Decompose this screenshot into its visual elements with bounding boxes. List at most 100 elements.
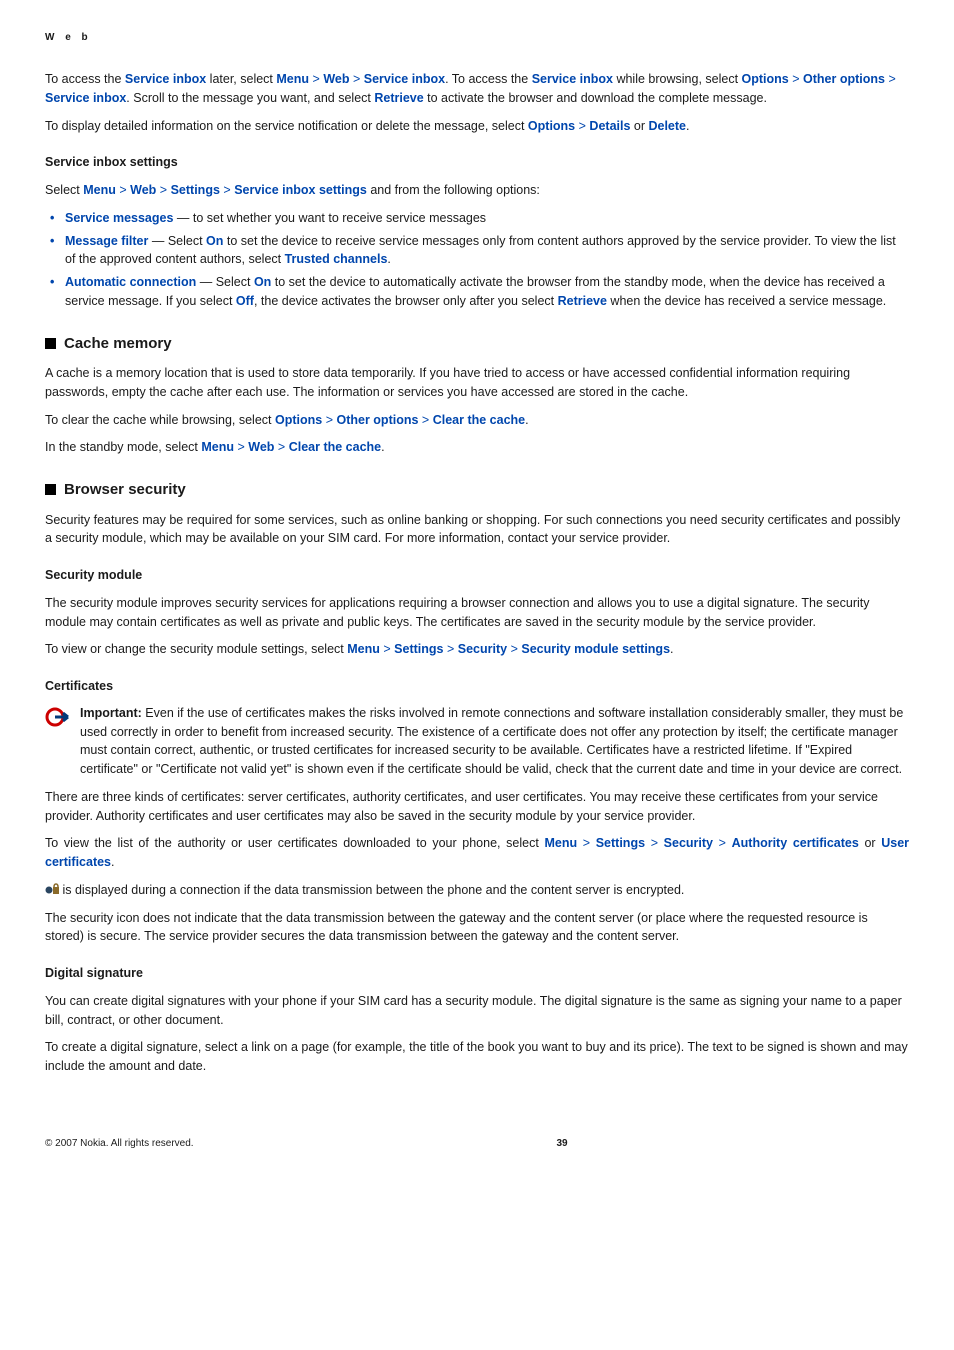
separator: > <box>422 413 429 427</box>
text: and from the following options: <box>367 183 540 197</box>
page-footer: © 2007 Nokia. All rights reserved. 39 <box>45 1136 909 1151</box>
para-cache-desc: A cache is a memory location that is use… <box>45 364 909 402</box>
important-text: Important: Even if the use of certificat… <box>80 704 909 779</box>
text: To clear the cache while browsing, selec… <box>45 413 275 427</box>
para-display-info: To display detailed information on the s… <box>45 117 909 136</box>
link-menu: Menu <box>276 72 309 86</box>
heading-certificates: Certificates <box>45 677 909 696</box>
separator: > <box>583 836 590 850</box>
link-trusted-channels: Trusted channels <box>285 252 388 266</box>
link-service-messages: Service messages <box>65 211 173 225</box>
list-item: Message filter — Select On to set the de… <box>45 232 909 270</box>
text: To view or change the security module se… <box>45 642 347 656</box>
text: To display detailed information on the s… <box>45 119 528 133</box>
separator: > <box>383 642 390 656</box>
important-icon <box>45 704 80 779</box>
link-other-options: Other options <box>803 72 885 86</box>
link-security: Security <box>664 836 713 850</box>
link-delete: Delete <box>648 119 686 133</box>
link-security-module-settings: Security module settings <box>521 642 670 656</box>
link-clear-cache: Clear the cache <box>433 413 525 427</box>
para-secmod-desc: The security module improves security se… <box>45 594 909 632</box>
text: To access the <box>45 72 125 86</box>
square-icon <box>45 338 56 349</box>
para-access-inbox: To access the Service inbox later, selec… <box>45 70 909 108</box>
link-service-inbox: Service inbox <box>45 91 126 105</box>
link-message-filter: Message filter <box>65 234 148 248</box>
square-icon <box>45 484 56 495</box>
separator: > <box>792 72 799 86</box>
heading-cache-memory: Cache memory <box>45 333 909 356</box>
separator: > <box>447 642 454 656</box>
heading-text: Cache memory <box>64 335 172 352</box>
separator: > <box>223 183 230 197</box>
link-web: Web <box>130 183 156 197</box>
separator: > <box>237 440 244 454</box>
important-note: Important: Even if the use of certificat… <box>45 704 909 779</box>
separator: > <box>119 183 126 197</box>
important-label: Important: <box>80 706 145 720</box>
link-retrieve: Retrieve <box>558 294 607 308</box>
para-browser-security: Security features may be required for so… <box>45 511 909 549</box>
link-on: On <box>206 234 223 248</box>
link-automatic-connection: Automatic connection <box>65 275 196 289</box>
para-select-settings: Select Menu > Web > Settings > Service i… <box>45 181 909 200</box>
text: . To access the <box>445 72 532 86</box>
list-item: Service messages — to set whether you wa… <box>45 209 909 228</box>
link-menu: Menu <box>83 183 116 197</box>
para-security-icon-displayed: is displayed during a connection if the … <box>45 881 909 900</box>
separator: > <box>313 72 320 86</box>
text: , the device activates the browser only … <box>254 294 558 308</box>
separator: > <box>353 72 360 86</box>
link-retrieve: Retrieve <box>374 91 423 105</box>
link-settings: Settings <box>596 836 645 850</box>
link-other-options: Other options <box>336 413 418 427</box>
footer-spacer <box>568 1136 909 1151</box>
separator: > <box>888 72 895 86</box>
separator: > <box>160 183 167 197</box>
heading-service-inbox-settings: Service inbox settings <box>45 153 909 172</box>
link-settings: Settings <box>394 642 443 656</box>
text: — Select <box>196 275 254 289</box>
link-menu: Menu <box>544 836 577 850</box>
link-service-inbox: Service inbox <box>532 72 613 86</box>
separator: > <box>719 836 726 850</box>
link-menu: Menu <box>347 642 380 656</box>
text: . <box>670 642 673 656</box>
heading-browser-security: Browser security <box>45 479 909 502</box>
link-options: Options <box>742 72 789 86</box>
link-authority-certificates: Authority certificates <box>732 836 859 850</box>
link-security: Security <box>458 642 507 656</box>
link-options: Options <box>528 119 575 133</box>
text: or <box>859 836 881 850</box>
heading-digital-signature: Digital signature <box>45 964 909 983</box>
text: while browsing, select <box>613 72 742 86</box>
para-cert-kinds: There are three kinds of certificates: s… <box>45 788 909 826</box>
separator: > <box>511 642 518 656</box>
link-menu: Menu <box>201 440 234 454</box>
text: — Select <box>148 234 206 248</box>
page-header: W e b <box>45 30 909 45</box>
para-security-icon-note: The security icon does not indicate that… <box>45 909 909 947</box>
link-details: Details <box>589 119 630 133</box>
link-service-inbox: Service inbox <box>125 72 206 86</box>
text: — to set whether you want to receive ser… <box>173 211 486 225</box>
separator: > <box>326 413 333 427</box>
para-dsig-desc: You can create digital signatures with y… <box>45 992 909 1030</box>
separator: > <box>651 836 658 850</box>
important-body: Even if the use of certificates makes th… <box>80 706 903 776</box>
link-off: Off <box>236 294 254 308</box>
text: . <box>387 252 390 266</box>
para-secmod-settings: To view or change the security module se… <box>45 640 909 659</box>
para-clear-cache-standby: In the standby mode, select Menu > Web >… <box>45 438 909 457</box>
separator: > <box>579 119 586 133</box>
text: To view the list of the authority or use… <box>45 836 544 850</box>
text: . <box>525 413 528 427</box>
heading-text: Browser security <box>64 481 186 498</box>
para-cert-view: To view the list of the authority or use… <box>45 834 909 872</box>
link-options: Options <box>275 413 322 427</box>
list-item: Automatic connection — Select On to set … <box>45 273 909 311</box>
text: is displayed during a connection if the … <box>59 883 684 897</box>
settings-list: Service messages — to set whether you wa… <box>45 209 909 311</box>
link-web: Web <box>248 440 274 454</box>
